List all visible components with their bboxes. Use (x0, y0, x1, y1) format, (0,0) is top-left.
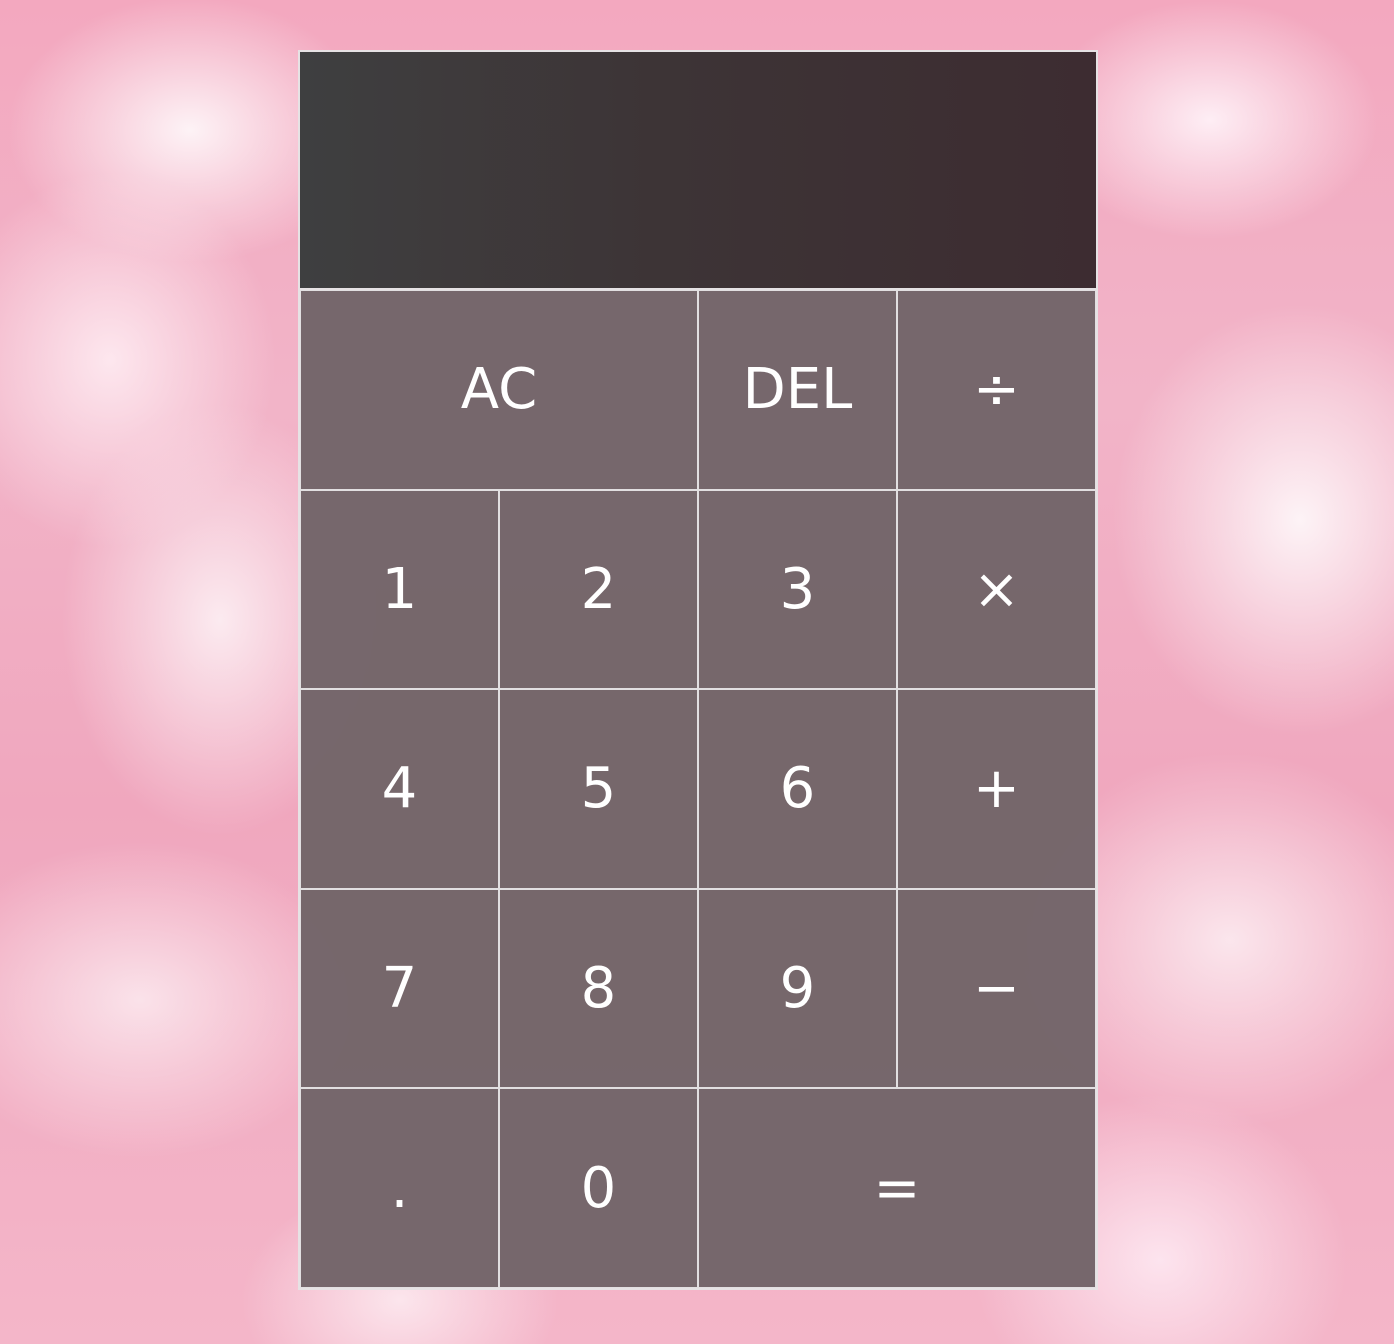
digit-3-button[interactable]: 3 (698, 489, 897, 690)
calculator: AC DEL ÷ 1 2 3 × 4 5 6 + 7 8 9 − . 0 = (298, 50, 1098, 1290)
divide-button[interactable]: ÷ (897, 290, 1096, 490)
multiply-button[interactable]: × (897, 489, 1096, 690)
delete-button[interactable]: DEL (698, 290, 897, 490)
subtract-button[interactable]: − (897, 888, 1096, 1089)
add-button[interactable]: + (897, 689, 1096, 889)
digit-1-button[interactable]: 1 (300, 489, 499, 690)
digit-2-button[interactable]: 2 (499, 489, 698, 690)
decimal-button[interactable]: . (300, 1088, 499, 1288)
digit-9-button[interactable]: 9 (698, 888, 897, 1089)
digit-8-button[interactable]: 8 (499, 888, 698, 1089)
digit-0-button[interactable]: 0 (499, 1088, 698, 1288)
digit-7-button[interactable]: 7 (300, 888, 499, 1089)
digit-4-button[interactable]: 4 (300, 689, 499, 889)
digit-5-button[interactable]: 5 (499, 689, 698, 889)
all-clear-button[interactable]: AC (300, 290, 698, 490)
digit-6-button[interactable]: 6 (698, 689, 897, 889)
equals-button[interactable]: = (698, 1088, 1096, 1288)
calculator-display (300, 52, 1096, 290)
